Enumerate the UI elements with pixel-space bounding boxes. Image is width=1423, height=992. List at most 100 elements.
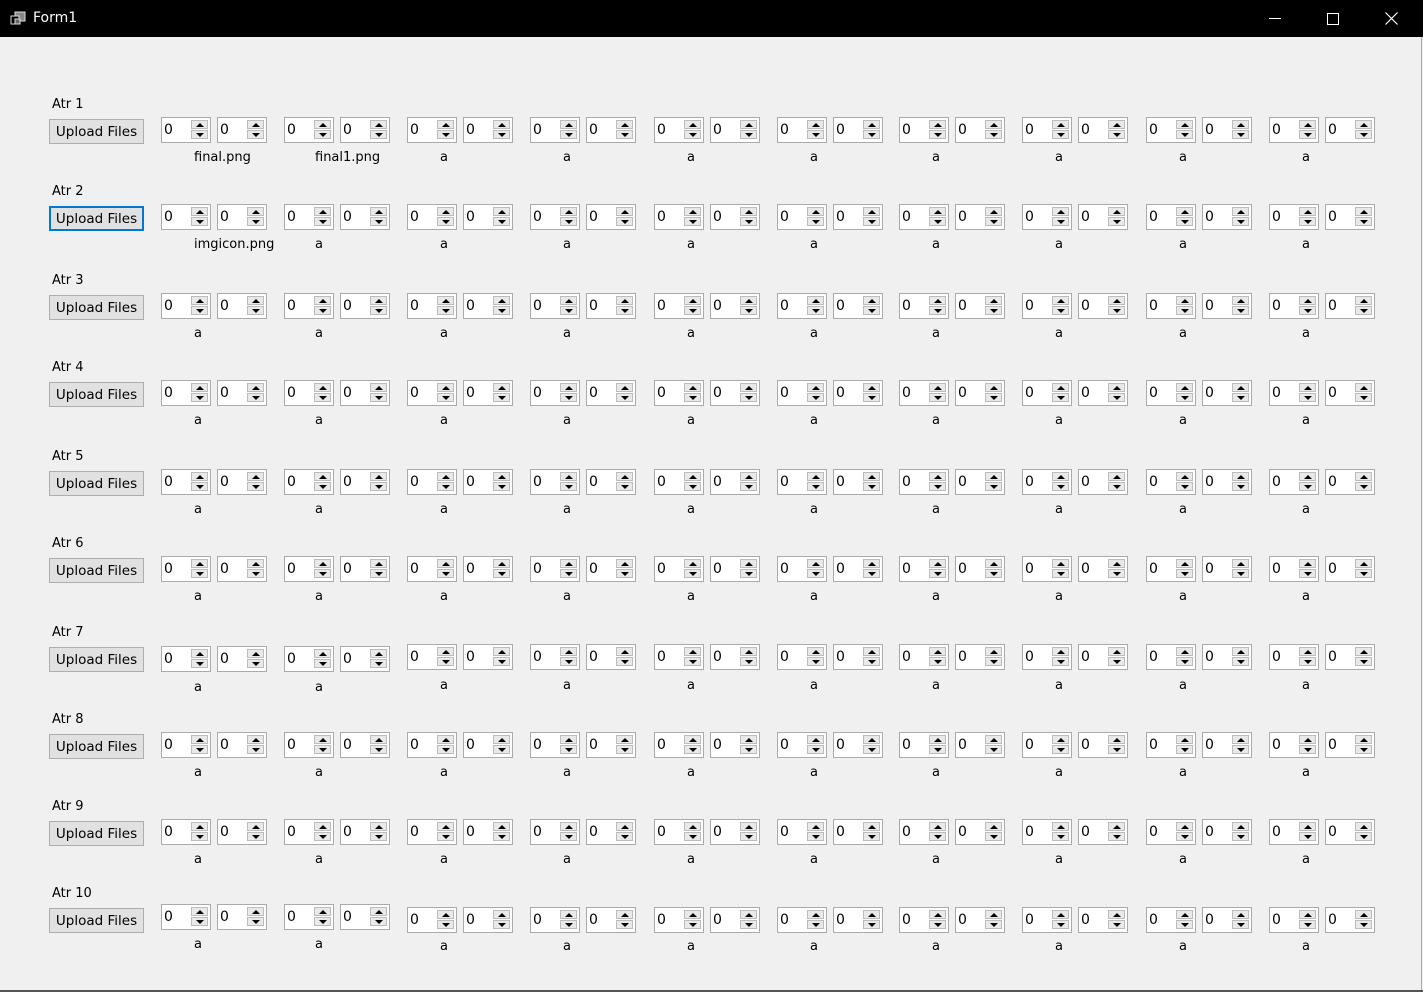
numeric-value-input[interactable] xyxy=(1081,208,1109,226)
numeric-up-down[interactable] xyxy=(340,469,390,495)
increment-button[interactable] xyxy=(191,120,208,129)
numeric-up-down[interactable] xyxy=(777,204,827,230)
decrement-button[interactable] xyxy=(985,569,1002,578)
numeric-value-input[interactable] xyxy=(589,560,617,578)
numeric-value-input[interactable] xyxy=(780,384,808,402)
increment-button[interactable] xyxy=(370,822,387,831)
numeric-value-input[interactable] xyxy=(1205,823,1233,841)
numeric-value-input[interactable] xyxy=(1081,560,1109,578)
increment-button[interactable] xyxy=(1232,559,1249,568)
increment-button[interactable] xyxy=(437,296,454,305)
increment-button[interactable] xyxy=(740,472,757,481)
increment-button[interactable] xyxy=(1176,822,1193,831)
numeric-up-down[interactable] xyxy=(586,380,636,406)
numeric-value-input[interactable] xyxy=(1272,121,1300,139)
increment-button[interactable] xyxy=(1299,647,1316,656)
numeric-value-input[interactable] xyxy=(164,560,192,578)
numeric-up-down[interactable] xyxy=(833,469,883,495)
numeric-value-input[interactable] xyxy=(589,297,617,315)
decrement-button[interactable] xyxy=(1052,217,1069,226)
increment-button[interactable] xyxy=(740,296,757,305)
numeric-up-down[interactable] xyxy=(1325,204,1375,230)
numeric-value-input[interactable] xyxy=(1149,911,1177,929)
increment-button[interactable] xyxy=(1355,120,1372,129)
increment-button[interactable] xyxy=(1052,383,1069,392)
numeric-up-down[interactable] xyxy=(463,907,513,933)
increment-button[interactable] xyxy=(247,472,264,481)
decrement-button[interactable] xyxy=(807,130,824,139)
decrement-button[interactable] xyxy=(191,130,208,139)
numeric-value-input[interactable] xyxy=(780,736,808,754)
decrement-button[interactable] xyxy=(1052,482,1069,491)
decrement-button[interactable] xyxy=(985,482,1002,491)
numeric-value-input[interactable] xyxy=(1149,297,1177,315)
numeric-value-input[interactable] xyxy=(836,560,864,578)
decrement-button[interactable] xyxy=(807,569,824,578)
decrement-button[interactable] xyxy=(437,393,454,402)
decrement-button[interactable] xyxy=(191,217,208,226)
numeric-up-down[interactable] xyxy=(284,556,334,582)
increment-button[interactable] xyxy=(985,910,1002,919)
decrement-button[interactable] xyxy=(1176,745,1193,754)
numeric-up-down[interactable] xyxy=(1269,907,1319,933)
increment-button[interactable] xyxy=(1052,472,1069,481)
increment-button[interactable] xyxy=(985,472,1002,481)
increment-button[interactable] xyxy=(684,383,701,392)
numeric-value-input[interactable] xyxy=(713,911,741,929)
numeric-up-down[interactable] xyxy=(1146,907,1196,933)
decrement-button[interactable] xyxy=(1176,306,1193,315)
numeric-value-input[interactable] xyxy=(287,297,315,315)
increment-button[interactable] xyxy=(863,822,880,831)
increment-button[interactable] xyxy=(1176,207,1193,216)
numeric-value-input[interactable] xyxy=(220,208,248,226)
increment-button[interactable] xyxy=(863,647,880,656)
decrement-button[interactable] xyxy=(247,569,264,578)
increment-button[interactable] xyxy=(985,120,1002,129)
decrement-button[interactable] xyxy=(314,482,331,491)
decrement-button[interactable] xyxy=(247,393,264,402)
numeric-value-input[interactable] xyxy=(657,297,685,315)
numeric-up-down[interactable] xyxy=(1269,819,1319,845)
increment-button[interactable] xyxy=(437,822,454,831)
increment-button[interactable] xyxy=(370,383,387,392)
numeric-up-down[interactable] xyxy=(463,732,513,758)
numeric-up-down[interactable] xyxy=(217,556,267,582)
numeric-value-input[interactable] xyxy=(1149,560,1177,578)
decrement-button[interactable] xyxy=(929,130,946,139)
numeric-up-down[interactable] xyxy=(284,819,334,845)
numeric-up-down[interactable] xyxy=(710,732,760,758)
numeric-value-input[interactable] xyxy=(902,121,930,139)
decrement-button[interactable] xyxy=(740,657,757,666)
numeric-value-input[interactable] xyxy=(533,384,561,402)
increment-button[interactable] xyxy=(247,383,264,392)
decrement-button[interactable] xyxy=(616,217,633,226)
numeric-value-input[interactable] xyxy=(657,911,685,929)
numeric-value-input[interactable] xyxy=(780,121,808,139)
increment-button[interactable] xyxy=(1108,472,1125,481)
increment-button[interactable] xyxy=(1052,735,1069,744)
numeric-value-input[interactable] xyxy=(902,297,930,315)
decrement-button[interactable] xyxy=(616,130,633,139)
decrement-button[interactable] xyxy=(1176,217,1193,226)
numeric-up-down[interactable] xyxy=(833,556,883,582)
numeric-value-input[interactable] xyxy=(343,384,371,402)
decrement-button[interactable] xyxy=(863,393,880,402)
increment-button[interactable] xyxy=(1299,120,1316,129)
decrement-button[interactable] xyxy=(1176,130,1193,139)
decrement-button[interactable] xyxy=(807,657,824,666)
numeric-value-input[interactable] xyxy=(589,473,617,491)
decrement-button[interactable] xyxy=(247,130,264,139)
increment-button[interactable] xyxy=(191,649,208,658)
decrement-button[interactable] xyxy=(1355,745,1372,754)
increment-button[interactable] xyxy=(314,649,331,658)
increment-button[interactable] xyxy=(807,559,824,568)
decrement-button[interactable] xyxy=(191,393,208,402)
numeric-up-down[interactable] xyxy=(955,117,1005,143)
increment-button[interactable] xyxy=(929,822,946,831)
decrement-button[interactable] xyxy=(740,920,757,929)
decrement-button[interactable] xyxy=(1299,657,1316,666)
numeric-up-down[interactable] xyxy=(340,904,390,930)
decrement-button[interactable] xyxy=(1052,920,1069,929)
numeric-up-down[interactable] xyxy=(463,644,513,670)
increment-button[interactable] xyxy=(1299,910,1316,919)
